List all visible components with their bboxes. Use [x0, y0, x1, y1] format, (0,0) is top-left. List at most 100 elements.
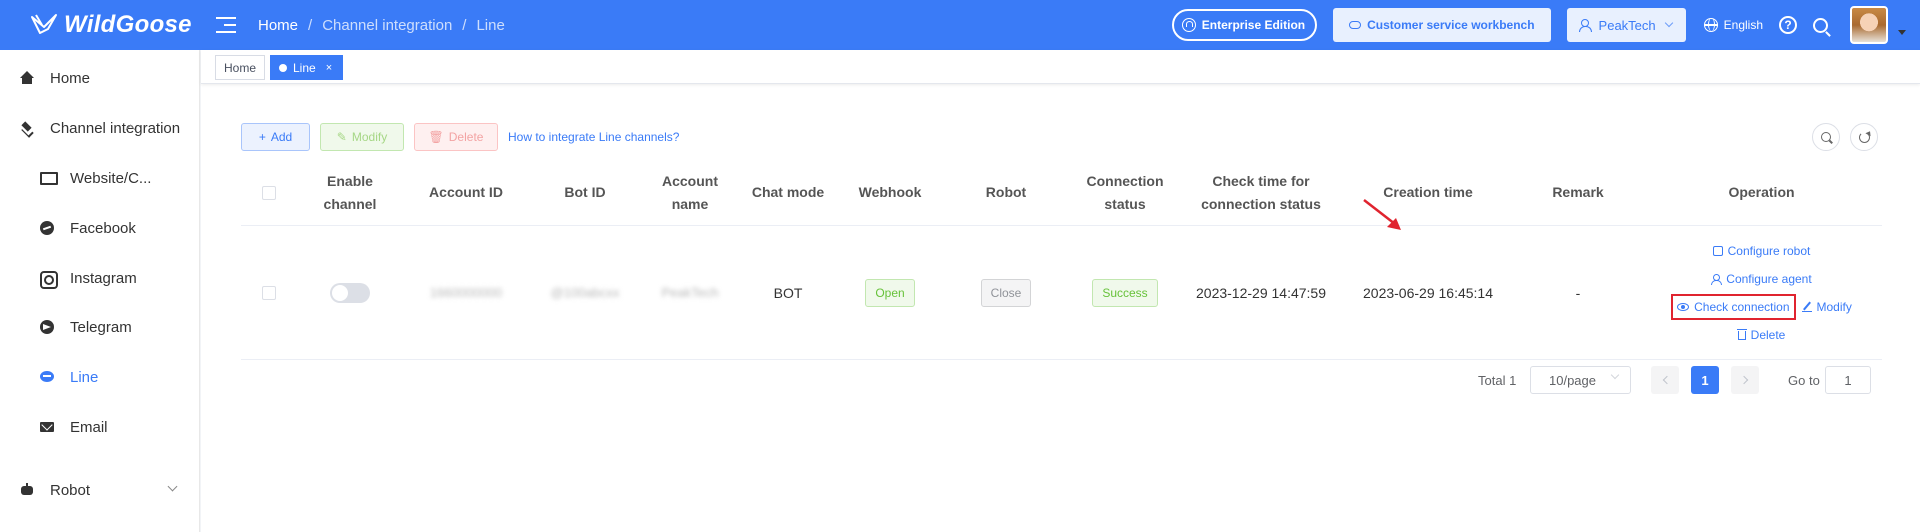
sidebar-item-label: Robot: [50, 481, 91, 499]
breadcrumb-home[interactable]: Home: [258, 17, 298, 34]
caret-down-icon[interactable]: [1898, 29, 1906, 35]
sidebar-item-label: Telegram: [70, 318, 132, 336]
user-icon: [1711, 273, 1723, 285]
robot-icon: [20, 483, 34, 497]
active-dot-icon: [279, 63, 287, 72]
webhook-status-badge: Open: [865, 278, 915, 307]
sidebar-item-label: Instagram: [70, 269, 137, 287]
facebook-icon: [40, 221, 54, 235]
sidebar-item-instagram[interactable]: Instagram: [0, 258, 200, 298]
chevron-down-icon: [167, 481, 178, 492]
logo[interactable]: WildGoose: [0, 0, 200, 50]
sidebar-item-robot[interactable]: Robot: [0, 470, 200, 510]
remark-value: -: [1575, 284, 1581, 301]
sidebar: Home Channel integration Website/C... Fa…: [0, 50, 200, 532]
avatar[interactable]: [1850, 6, 1888, 44]
operation-links: Configure robot Configure agent Check co…: [1641, 226, 1882, 359]
configure-agent-link[interactable]: Configure agent: [1711, 265, 1812, 293]
cloud-icon: [1349, 21, 1362, 29]
enterprise-edition-button[interactable]: Enterprise Edition: [1171, 9, 1318, 41]
monitor-icon: [40, 171, 58, 185]
tab-label: Line: [293, 60, 316, 75]
tenant-label: PeakTech: [1598, 17, 1656, 33]
tab-label: Home: [224, 60, 257, 75]
chevron-right-icon: [1739, 375, 1748, 385]
select-all-checkbox[interactable]: [262, 185, 276, 200]
sidebar-item-label: Website/C...: [70, 169, 152, 187]
sidebar-item-email[interactable]: Email: [0, 407, 200, 447]
plus-icon: +: [258, 130, 266, 144]
help-icon[interactable]: ?: [1779, 16, 1797, 34]
search-toggle-icon[interactable]: [1812, 123, 1840, 151]
breadcrumb-channel-integration[interactable]: Channel integration: [322, 17, 452, 34]
sidebar-item-facebook[interactable]: Facebook: [0, 208, 200, 248]
search-icon[interactable]: [1813, 17, 1828, 33]
refresh-icon[interactable]: [1850, 123, 1878, 151]
sidebar-item-label: Channel integration: [50, 119, 181, 137]
col-bot-id: Bot ID: [564, 184, 606, 200]
main-content: Home Line × + Add ✎ Modify 🗑 Delete How …: [201, 50, 1920, 532]
connection-status-badge: Success: [1092, 278, 1158, 307]
red-arrow-annotation-icon: [1363, 199, 1401, 230]
col-enable-channel: Enable channel: [323, 172, 377, 212]
chat-mode-value: BOT: [773, 284, 803, 301]
configure-robot-link[interactable]: Configure robot: [1712, 237, 1810, 265]
page-size-select[interactable]: 10/page: [1530, 366, 1631, 394]
enterprise-edition-label: Enterprise Edition: [1201, 18, 1306, 32]
col-webhook: Webhook: [858, 184, 922, 200]
sidebar-item-label: Facebook: [70, 219, 136, 237]
sidebar-item-label: Line: [70, 368, 99, 386]
trash-icon: 🗑: [428, 130, 444, 144]
check-time-value: 2023-12-29 14:47:59: [1196, 284, 1326, 301]
sidebar-item-label: Email: [70, 418, 108, 436]
instagram-icon: [40, 271, 58, 289]
col-remark: Remark: [1552, 184, 1604, 200]
col-robot: Robot: [985, 184, 1027, 200]
sidebar-item-home[interactable]: Home: [0, 58, 200, 98]
goto-page-input[interactable]: 1: [1825, 366, 1871, 394]
integration-help-link[interactable]: How to integrate Line channels?: [508, 130, 679, 144]
row-checkbox[interactable]: [262, 285, 276, 300]
tab-home[interactable]: Home: [215, 55, 265, 80]
menu-toggle-icon[interactable]: [216, 17, 236, 33]
tabs-bar: Home Line ×: [201, 50, 1920, 84]
wifi-badge-icon: [1181, 18, 1196, 32]
modify-button[interactable]: ✎ Modify: [320, 123, 404, 151]
trash-icon: [1736, 329, 1747, 340]
line-icon: [40, 370, 54, 384]
col-check-time: Check time for connection status: [1201, 172, 1321, 212]
page-1-button[interactable]: 1: [1691, 366, 1719, 394]
delete-button[interactable]: 🗑 Delete: [414, 123, 498, 151]
tenant-select[interactable]: PeakTech: [1566, 8, 1686, 42]
sidebar-item-channel-integration[interactable]: Channel integration: [0, 108, 200, 148]
close-icon[interactable]: ×: [326, 62, 332, 74]
col-account-name: Account name: [662, 172, 718, 212]
account-name-value: PeakTech: [661, 285, 719, 300]
sidebar-item-website[interactable]: Website/C...: [0, 158, 200, 198]
pagination-total: Total 1: [1478, 372, 1517, 388]
language-select[interactable]: English: [1703, 18, 1763, 32]
col-account-id: Account ID: [429, 184, 503, 200]
edit-icon: [1801, 302, 1812, 312]
enable-channel-switch[interactable]: [330, 282, 370, 303]
next-page-button[interactable]: [1731, 366, 1759, 394]
logo-text: WildGoose: [64, 11, 192, 38]
edit-icon: ✎: [336, 130, 347, 144]
prev-page-button[interactable]: [1651, 366, 1679, 394]
robot-status-badge: Close: [980, 278, 1032, 307]
customer-service-workbench-button[interactable]: Customer service workbench: [1333, 8, 1551, 42]
col-operation: Operation: [1728, 184, 1795, 200]
col-connection-status: Connection status: [1086, 172, 1164, 212]
telegram-icon: [40, 320, 54, 334]
goto-label: Go to: [1788, 372, 1820, 388]
add-button[interactable]: + Add: [241, 123, 310, 151]
modify-link[interactable]: Modify: [1801, 293, 1852, 321]
layers-icon: [20, 121, 34, 135]
tab-line[interactable]: Line ×: [270, 55, 343, 80]
delete-link[interactable]: Delete: [1736, 321, 1785, 349]
sidebar-item-line[interactable]: Line: [0, 357, 200, 397]
check-connection-link[interactable]: Check connection: [1671, 293, 1796, 320]
sidebar-item-telegram[interactable]: Telegram: [0, 307, 200, 347]
account-id-value: 1660000000: [429, 285, 503, 300]
eye-icon: [1677, 302, 1690, 311]
